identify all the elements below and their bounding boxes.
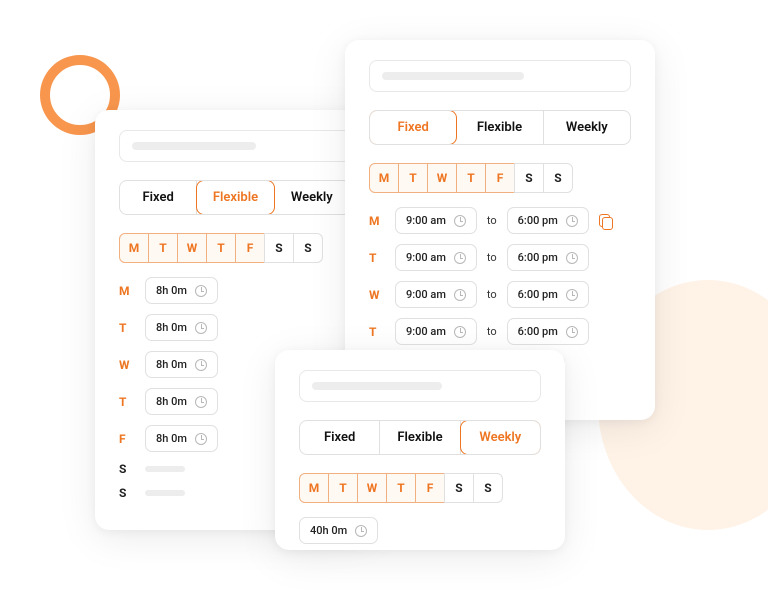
list-item: T8h 0m [119,314,351,341]
day-m[interactable]: M [299,473,329,503]
day-th[interactable]: T [386,473,416,503]
clock-icon [195,433,207,445]
clock-icon [454,289,466,301]
placeholder-line [312,382,442,390]
clock-icon [195,285,207,297]
to-label: to [487,214,497,227]
weekly-schedule-card: Fixed Flexible Weekly M T W T F S S 40h … [275,350,565,550]
hours-input[interactable]: 8h 0m [145,314,218,341]
to-label: to [487,251,497,264]
day-su[interactable]: S [293,233,323,263]
to-label: to [487,288,497,301]
tab-weekly[interactable]: Weekly [274,181,350,214]
empty-slot [145,466,185,472]
start-time-input[interactable]: 9:00 am [395,207,477,234]
start-time-input[interactable]: 9:00 am [395,318,477,345]
placeholder-line [382,72,524,80]
schedule-tabs: Fixed Flexible Weekly [299,420,541,455]
day-w[interactable]: W [177,233,207,263]
list-item: M8h 0m [119,277,351,304]
clock-icon [195,359,207,371]
tab-fixed[interactable]: Fixed [369,110,457,145]
clock-icon [454,252,466,264]
day-t[interactable]: T [148,233,178,263]
day-selector: M T W T F S S [369,163,631,193]
list-item: T 9:00 am to 6:00 pm [369,318,631,345]
day-f[interactable]: F [485,163,515,193]
search-field[interactable] [299,370,541,402]
day-selector: M T W T F S S [119,233,351,263]
empty-slot [145,490,185,496]
tab-flexible[interactable]: Flexible [456,111,543,144]
day-su[interactable]: S [543,163,573,193]
clock-icon [566,252,578,264]
day-su[interactable]: S [473,473,503,503]
end-time-input[interactable]: 6:00 pm [507,318,589,345]
list-item: W 9:00 am to 6:00 pm [369,281,631,308]
day-s[interactable]: S [514,163,544,193]
day-m[interactable]: M [369,163,399,193]
clock-icon [566,215,578,227]
day-f[interactable]: F [235,233,265,263]
clock-icon [566,289,578,301]
clock-icon [195,322,207,334]
hours-input[interactable]: 8h 0m [145,425,218,452]
day-t[interactable]: T [328,473,358,503]
search-field[interactable] [369,60,631,92]
schedule-tabs: Fixed Flexible Weekly [119,180,351,215]
day-w[interactable]: W [427,163,457,193]
to-label: to [487,325,497,338]
end-time-input[interactable]: 6:00 pm [507,244,589,271]
start-time-input[interactable]: 9:00 am [395,244,477,271]
weekly-hours-input[interactable]: 40h 0m [299,517,378,544]
clock-icon [195,396,207,408]
day-s[interactable]: S [264,233,294,263]
hours-input[interactable]: 8h 0m [145,277,218,304]
tab-weekly[interactable]: Weekly [544,111,630,144]
tab-fixed[interactable]: Fixed [300,421,380,454]
schedule-tabs: Fixed Flexible Weekly [369,110,631,145]
tab-fixed[interactable]: Fixed [120,181,197,214]
list-item: M 9:00 am to 6:00 pm [369,207,631,234]
start-time-input[interactable]: 9:00 am [395,281,477,308]
tab-weekly[interactable]: Weekly [460,420,541,455]
clock-icon [566,326,578,338]
clock-icon [454,215,466,227]
list-item: T 9:00 am to 6:00 pm [369,244,631,271]
day-s[interactable]: S [444,473,474,503]
day-m[interactable]: M [119,233,149,263]
day-w[interactable]: W [357,473,387,503]
day-f[interactable]: F [415,473,445,503]
tab-flexible[interactable]: Flexible [380,421,460,454]
end-time-input[interactable]: 6:00 pm [507,281,589,308]
tab-flexible[interactable]: Flexible [196,180,274,215]
hours-input[interactable]: 8h 0m [145,388,218,415]
clock-icon [454,326,466,338]
clock-icon [355,525,367,537]
day-t[interactable]: T [398,163,428,193]
end-time-input[interactable]: 6:00 pm [507,207,589,234]
copy-icon[interactable] [599,214,613,228]
day-th[interactable]: T [206,233,236,263]
hours-input[interactable]: 8h 0m [145,351,218,378]
placeholder-line [132,142,256,150]
day-th[interactable]: T [456,163,486,193]
search-field[interactable] [119,130,351,162]
day-selector: M T W T F S S [299,473,541,503]
